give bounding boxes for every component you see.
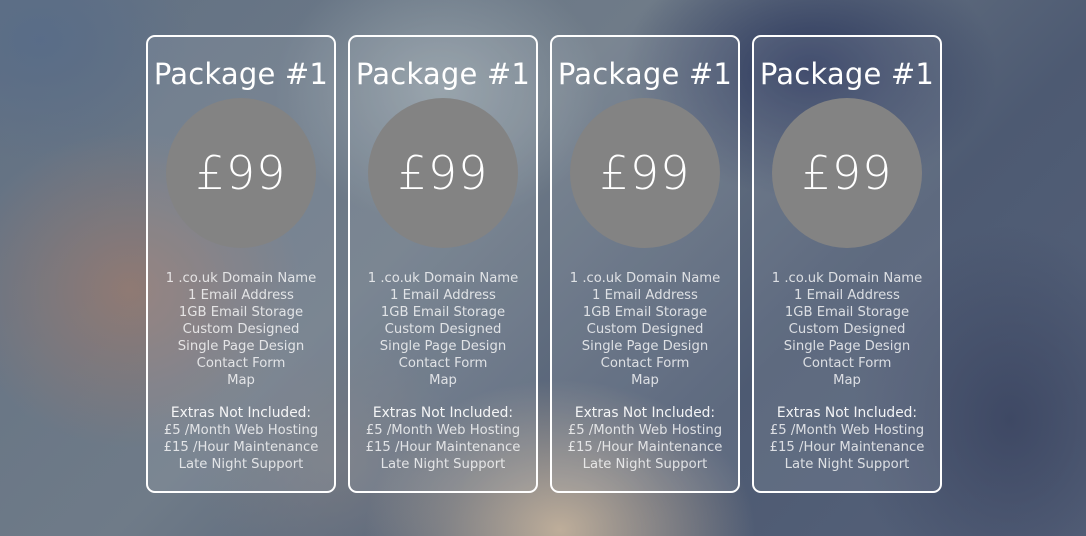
extras-block: Extras Not Included: £5 /Month Web Hosti… xyxy=(350,405,536,473)
feature-item: 1GB Email Storage xyxy=(380,305,506,320)
pricing-card[interactable]: Package #1 £99 1 .co.uk Domain Name 1 Em… xyxy=(752,35,942,493)
feature-list: 1 .co.uk Domain Name 1 Email Address 1GB… xyxy=(754,270,940,389)
extra-item: Late Night Support xyxy=(784,457,910,472)
extra-item: £15 /Hour Maintenance xyxy=(567,440,723,455)
feature-item: Map xyxy=(631,373,659,388)
extras-list: £5 /Month Web Hosting £15 /Hour Maintena… xyxy=(148,422,334,473)
feature-item: Custom Designed xyxy=(182,322,300,337)
feature-item: 1 .co.uk Domain Name xyxy=(569,271,721,286)
feature-item: Map xyxy=(429,373,457,388)
pricing-cards: Package #1 £99 1 .co.uk Domain Name 1 Em… xyxy=(146,35,942,493)
pricing-card[interactable]: Package #1 £99 1 .co.uk Domain Name 1 Em… xyxy=(550,35,740,493)
extra-item: £15 /Hour Maintenance xyxy=(163,440,319,455)
price-circle: £99 xyxy=(166,98,316,248)
feature-item: 1 Email Address xyxy=(390,288,496,303)
extras-list: £5 /Month Web Hosting £15 /Hour Maintena… xyxy=(754,422,940,473)
feature-item: Contact Form xyxy=(802,356,892,371)
extra-item: Late Night Support xyxy=(178,457,304,472)
feature-item: 1 Email Address xyxy=(794,288,900,303)
feature-item: Single Page Design xyxy=(783,339,911,354)
feature-item: Custom Designed xyxy=(788,322,906,337)
feature-item: 1 .co.uk Domain Name xyxy=(367,271,519,286)
feature-item: 1 .co.uk Domain Name xyxy=(771,271,923,286)
extra-item: Late Night Support xyxy=(380,457,506,472)
extras-heading: Extras Not Included: xyxy=(170,405,312,421)
feature-item: Map xyxy=(227,373,255,388)
extras-heading: Extras Not Included: xyxy=(776,405,918,421)
extra-item: Late Night Support xyxy=(582,457,708,472)
extras-block: Extras Not Included: £5 /Month Web Hosti… xyxy=(552,405,738,473)
feature-item: Custom Designed xyxy=(384,322,502,337)
extra-item: £5 /Month Web Hosting xyxy=(163,423,319,438)
package-price: £99 xyxy=(397,146,489,200)
package-title: Package #1 xyxy=(153,57,329,91)
feature-item: 1 Email Address xyxy=(592,288,698,303)
price-circle: £99 xyxy=(772,98,922,248)
extra-item: £5 /Month Web Hosting xyxy=(365,423,521,438)
package-title: Package #1 xyxy=(759,57,935,91)
feature-item: Map xyxy=(833,373,861,388)
feature-item: 1GB Email Storage xyxy=(178,305,304,320)
feature-item: Custom Designed xyxy=(586,322,704,337)
feature-item: Contact Form xyxy=(398,356,488,371)
feature-item: 1 .co.uk Domain Name xyxy=(165,271,317,286)
feature-item: Single Page Design xyxy=(581,339,709,354)
extra-item: £5 /Month Web Hosting xyxy=(567,423,723,438)
package-title: Package #1 xyxy=(355,57,531,91)
price-circle: £99 xyxy=(570,98,720,248)
price-circle: £99 xyxy=(368,98,518,248)
package-price: £99 xyxy=(195,146,287,200)
feature-item: 1GB Email Storage xyxy=(784,305,910,320)
extras-list: £5 /Month Web Hosting £15 /Hour Maintena… xyxy=(350,422,536,473)
extras-block: Extras Not Included: £5 /Month Web Hosti… xyxy=(148,405,334,473)
package-price: £99 xyxy=(599,146,691,200)
feature-item: Contact Form xyxy=(600,356,690,371)
feature-item: Contact Form xyxy=(196,356,286,371)
feature-item: 1 Email Address xyxy=(188,288,294,303)
feature-item: Single Page Design xyxy=(177,339,305,354)
extras-heading: Extras Not Included: xyxy=(372,405,514,421)
extras-list: £5 /Month Web Hosting £15 /Hour Maintena… xyxy=(552,422,738,473)
feature-list: 1 .co.uk Domain Name 1 Email Address 1GB… xyxy=(350,270,536,389)
extra-item: £15 /Hour Maintenance xyxy=(769,440,925,455)
feature-item: 1GB Email Storage xyxy=(582,305,708,320)
extra-item: £5 /Month Web Hosting xyxy=(769,423,925,438)
package-price: £99 xyxy=(801,146,893,200)
extras-block: Extras Not Included: £5 /Month Web Hosti… xyxy=(754,405,940,473)
feature-item: Single Page Design xyxy=(379,339,507,354)
feature-list: 1 .co.uk Domain Name 1 Email Address 1GB… xyxy=(552,270,738,389)
extra-item: £15 /Hour Maintenance xyxy=(365,440,521,455)
pricing-card[interactable]: Package #1 £99 1 .co.uk Domain Name 1 Em… xyxy=(146,35,336,493)
package-title: Package #1 xyxy=(557,57,733,91)
feature-list: 1 .co.uk Domain Name 1 Email Address 1GB… xyxy=(148,270,334,389)
pricing-card[interactable]: Package #1 £99 1 .co.uk Domain Name 1 Em… xyxy=(348,35,538,493)
extras-heading: Extras Not Included: xyxy=(574,405,716,421)
